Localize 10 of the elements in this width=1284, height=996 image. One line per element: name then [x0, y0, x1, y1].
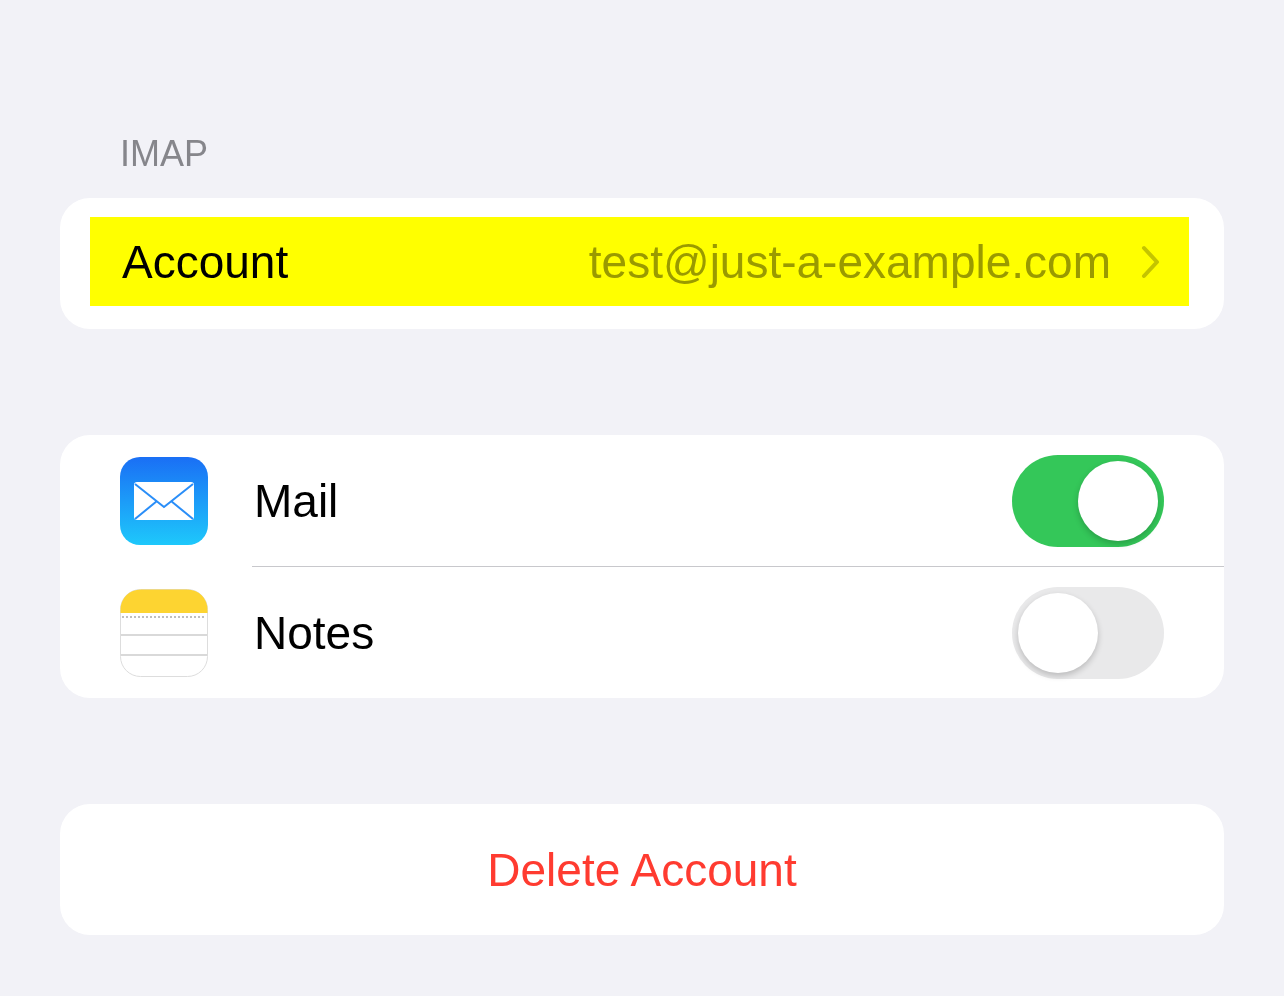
account-value: test@just-a-example.com	[588, 234, 1111, 289]
notes-icon	[120, 588, 208, 677]
app-label: Mail	[254, 473, 340, 528]
account-row[interactable]: Account test@just-a-example.com	[90, 217, 1189, 306]
mail-icon	[120, 456, 208, 545]
delete-account-button[interactable]: Delete Account	[60, 804, 1224, 935]
account-label: Account	[122, 234, 290, 289]
section-header: IMAP	[119, 132, 209, 176]
chevron-icon	[1141, 244, 1161, 279]
app-label: Notes	[254, 605, 376, 660]
